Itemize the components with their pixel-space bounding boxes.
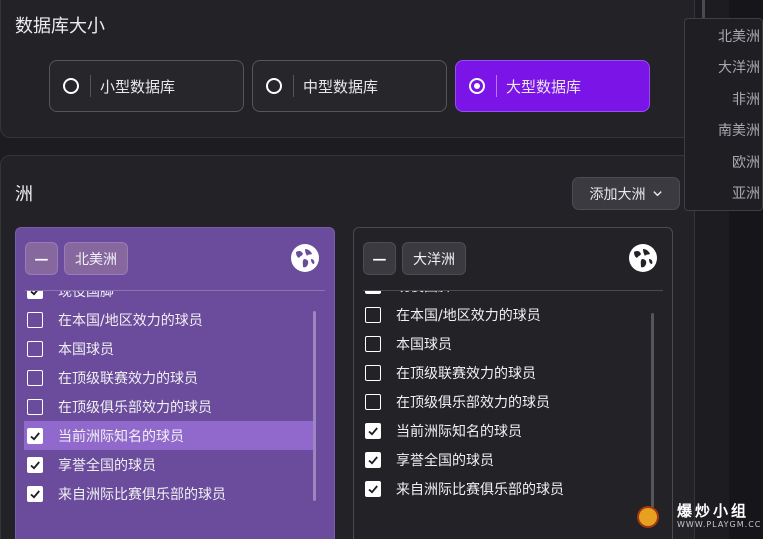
divider	[496, 75, 497, 97]
add-continent-button[interactable]: 添加大洲	[572, 177, 680, 210]
option-label: 大型数据库	[506, 77, 582, 96]
criteria-row[interactable]: 在顶级俱乐部效力的球员	[16, 392, 334, 421]
criteria-row[interactable]: 在本国/地区效力的球员	[354, 300, 672, 329]
card-header: − 大洋洲	[354, 228, 672, 290]
continent-name-tag: 大洋洲	[402, 242, 466, 275]
scrollbar[interactable]	[313, 311, 316, 501]
continent-card-north-america[interactable]: − 北美洲 现役国脚在本国/地区效力的球员 本国球员在顶级联赛效力的球员 在顶级俱乐…	[15, 227, 335, 539]
criteria-label: 在顶级联赛效力的球员	[58, 370, 198, 387]
checkbox-checked-icon[interactable]	[365, 451, 381, 468]
divider	[293, 75, 294, 97]
criteria-row[interactable]: 享誉全国的球员	[354, 445, 672, 474]
chevron-down-icon	[652, 191, 662, 197]
dropdown-item[interactable]: 北美洲	[718, 26, 760, 46]
checkbox-checked-icon[interactable]	[27, 456, 43, 473]
criteria-label: 现役国脚	[396, 291, 452, 296]
continent-name-tag: 北美洲	[64, 242, 128, 275]
radio-selected-icon	[469, 78, 485, 94]
dropdown-item[interactable]: 欧洲	[732, 152, 760, 172]
globe-icon	[629, 244, 657, 272]
criteria-label: 在顶级俱乐部效力的球员	[58, 399, 212, 416]
watermark-logo-icon	[637, 506, 659, 528]
criteria-row[interactable]: 本国球员	[16, 334, 334, 363]
checkbox-icon[interactable]	[27, 340, 43, 357]
checkbox-checked-icon[interactable]	[365, 291, 381, 294]
option-label: 中型数据库	[303, 77, 379, 96]
criteria-label: 本国球员	[396, 336, 452, 353]
scrollbar[interactable]	[651, 313, 654, 508]
criteria-label: 当前洲际知名的球员	[396, 423, 522, 440]
checkbox-icon[interactable]	[27, 398, 43, 415]
criteria-list[interactable]: 现役国脚在本国/地区效力的球员本国球员在顶级联赛效力的球员在顶级俱乐部效力的球员…	[354, 291, 672, 539]
criteria-row[interactable]: 来自洲际比赛俱乐部的球员	[354, 474, 672, 503]
criteria-row[interactable]: 在顶级联赛效力的球员	[16, 363, 334, 392]
large-database-option[interactable]: 大型数据库	[455, 60, 650, 112]
criteria-label: 来自洲际比赛俱乐部的球员	[396, 481, 564, 498]
criteria-row[interactable]: 来自洲际比赛俱乐部的球员	[16, 479, 334, 508]
page-scrollbar[interactable]	[702, 0, 705, 20]
divider	[90, 75, 91, 97]
criteria-label: 现役国脚	[58, 291, 114, 300]
database-size-title: 数据库大小	[15, 16, 105, 37]
checkbox-icon[interactable]	[27, 369, 43, 386]
checkbox-icon[interactable]	[27, 311, 43, 328]
small-database-option[interactable]: 小型数据库	[49, 60, 244, 112]
continent-card-oceania[interactable]: − 大洋洲 现役国脚在本国/地区效力的球员本国球员在顶级联赛效力的球员在顶级俱乐…	[353, 227, 673, 539]
criteria-label: 在本国/地区效力的球员	[58, 312, 203, 329]
remove-continent-button[interactable]: −	[25, 242, 58, 275]
radio-icon	[63, 78, 79, 94]
watermark-title: 爆炒小组	[677, 502, 750, 520]
checkbox-checked-icon[interactable]	[27, 485, 43, 502]
checkbox-checked-icon[interactable]	[27, 427, 43, 444]
remove-continent-button[interactable]: −	[363, 242, 396, 275]
checkbox-icon[interactable]	[365, 306, 381, 323]
criteria-row[interactable]: 当前洲际知名的球员	[354, 416, 672, 445]
criteria-row[interactable]: 享誉全国的球员	[16, 450, 334, 479]
dropdown-item[interactable]: 南美洲	[718, 120, 760, 140]
checkbox-checked-icon[interactable]	[27, 291, 43, 299]
criteria-row[interactable]: 现役国脚	[354, 291, 672, 300]
add-continent-label: 添加大洲	[589, 186, 646, 203]
criteria-label: 本国球员	[58, 341, 114, 358]
criteria-row[interactable]: 在本国/地区效力的球员	[16, 305, 334, 334]
medium-database-option[interactable]: 中型数据库	[252, 60, 447, 112]
continent-dropdown-menu[interactable]: 北美洲 大洋洲 非洲 南美洲 欧洲 亚洲	[684, 18, 763, 211]
watermark: 爆炒小组 WWW.PLAYGM.CC	[637, 498, 763, 534]
checkbox-icon[interactable]	[365, 393, 381, 410]
criteria-row[interactable]: 在顶级俱乐部效力的球员	[354, 387, 672, 416]
dropdown-item[interactable]: 大洋洲	[718, 57, 760, 77]
globe-icon	[291, 244, 319, 272]
option-label: 小型数据库	[100, 77, 176, 96]
checkbox-icon[interactable]	[365, 335, 381, 352]
continent-title: 洲	[15, 184, 33, 205]
criteria-label: 当前洲际知名的球员	[58, 428, 184, 445]
dropdown-item[interactable]: 亚洲	[732, 183, 760, 203]
criteria-list[interactable]: 现役国脚在本国/地区效力的球员本国球员在顶级联赛效力的球员在顶级俱乐部效力的球员…	[16, 291, 334, 539]
criteria-label: 在顶级俱乐部效力的球员	[396, 394, 550, 411]
criteria-label: 在本国/地区效力的球员	[396, 307, 541, 324]
criteria-label: 来自洲际比赛俱乐部的球员	[58, 486, 226, 503]
criteria-label: 享誉全国的球员	[396, 452, 494, 469]
checkbox-checked-icon[interactable]	[365, 422, 381, 439]
radio-icon	[266, 78, 282, 94]
criteria-row[interactable]: 本国球员	[354, 329, 672, 358]
criteria-row[interactable]: 在顶级联赛效力的球员	[354, 358, 672, 387]
dropdown-item[interactable]: 非洲	[732, 89, 760, 109]
checkbox-icon[interactable]	[365, 364, 381, 381]
criteria-label: 享誉全国的球员	[58, 457, 156, 474]
card-header: − 北美洲	[16, 228, 334, 290]
watermark-url: WWW.PLAYGM.CC	[677, 520, 762, 529]
criteria-row[interactable]: 当前洲际知名的球员	[24, 421, 314, 450]
criteria-label: 在顶级联赛效力的球员	[396, 365, 536, 382]
checkbox-checked-icon[interactable]	[365, 480, 381, 497]
criteria-row[interactable]: 现役国脚	[16, 291, 334, 305]
